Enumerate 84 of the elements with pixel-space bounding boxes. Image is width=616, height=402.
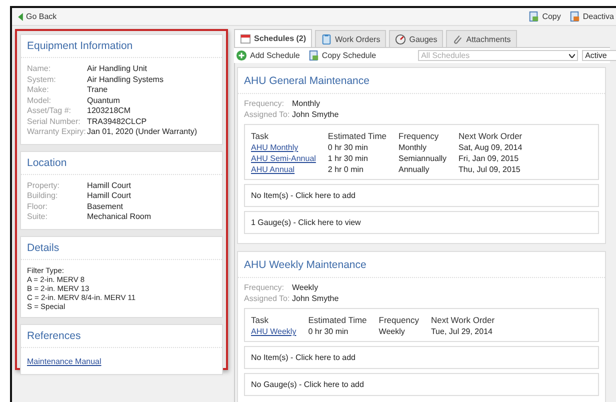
tab[interactable]: Work Orders	[315, 30, 386, 47]
field-value: Air Handling Systems	[87, 74, 164, 85]
field-value: Weekly	[292, 283, 318, 294]
field-label: Property:	[27, 180, 60, 191]
field-label: System:	[27, 74, 57, 85]
table-cell-text: Semiannually	[398, 153, 448, 164]
clipboard-icon	[321, 34, 332, 44]
column-header: Task	[251, 314, 270, 326]
table-cell-text: Fri, Jan 09, 2015	[458, 153, 520, 164]
tab[interactable]: Schedules (2)	[234, 29, 312, 47]
column-header: Next Work Order	[458, 130, 524, 142]
table-cell: Monthly	[398, 142, 459, 153]
section-title: Equipment Information	[21, 35, 222, 58]
section-title: References	[21, 324, 222, 348]
field-label: Building:	[27, 191, 59, 202]
field-value: Hamill Court	[87, 180, 132, 191]
document-icon	[528, 11, 540, 22]
items-row[interactable]: No Item(s) - Click here to add	[244, 184, 599, 207]
task-link[interactable]: AHU Semi-Annual	[251, 154, 316, 163]
table-cell: 0 hr 30 min	[308, 326, 379, 337]
field-label: Floor:	[27, 202, 48, 212]
column-header: Frequency	[378, 314, 420, 326]
field-value: John Smythe	[292, 110, 339, 120]
field-label: Serial Number:	[27, 116, 82, 127]
document-icon	[568, 11, 580, 22]
field-label: Assigned To:	[244, 110, 291, 120]
paperclip-icon	[452, 34, 464, 44]
status-dropdown[interactable]: Active	[582, 50, 616, 61]
column-header: Task	[251, 130, 270, 142]
table-cell: Weekly	[378, 326, 431, 337]
field-label: Frequency:	[244, 283, 286, 294]
task-link[interactable]: AHU Monthly	[251, 143, 298, 152]
tab[interactable]: Attachments	[446, 30, 517, 47]
field-value: Basement	[87, 202, 124, 212]
schedule-title: AHU Weekly Maintenance	[238, 252, 605, 278]
field-label: Make:	[27, 85, 50, 96]
table-cell: 2 hr 0 min	[328, 164, 398, 175]
field-value: Air Handling Unit	[87, 64, 148, 74]
section-title: Location	[21, 152, 222, 174]
field-value: 1203218CM	[87, 106, 131, 116]
reference-link[interactable]: Maintenance Manual	[27, 356, 102, 366]
field-label: Assigned To:	[244, 294, 291, 304]
column-header: Frequency	[398, 130, 440, 142]
table-cell-text: Sat, Aug 09, 2014	[458, 142, 524, 153]
field-label: Name:	[27, 64, 52, 74]
field-label: Asset/Tag #:	[27, 106, 72, 116]
items-row[interactable]: No Item(s) - Click here to add	[244, 346, 599, 369]
gauge-icon	[395, 34, 406, 44]
task-link[interactable]: AHU Weekly	[251, 327, 296, 336]
table-cell: Annually	[398, 164, 459, 175]
field-label: Model:	[27, 96, 52, 106]
field-label: Warranty Expiry:	[27, 127, 87, 138]
gauges-row[interactable]: 1 Gauge(s) - Click here to view	[244, 211, 599, 234]
field-value: Mechanical Room	[87, 212, 152, 222]
field-value: Jan 01, 2020 (Under Warranty)	[87, 127, 197, 138]
column-header: Estimated Time	[308, 313, 379, 326]
field-value: Hamill Court	[87, 191, 132, 202]
task-link[interactable]: AHU Annual	[251, 165, 295, 174]
caret-icon	[569, 54, 576, 58]
table-cell-text: Tue, Jul 29, 2014	[430, 326, 494, 337]
field-label: Suite:	[27, 212, 48, 222]
back-arrow-icon	[18, 12, 23, 20]
field-value: Monthly	[292, 99, 320, 110]
table-cell-text: 0 hr 30 min	[328, 142, 369, 153]
field-label: Frequency:	[244, 99, 286, 110]
field-value: John Smythe	[292, 294, 339, 304]
table-cell-text: Thu, Jul 09, 2015	[458, 164, 522, 175]
gauges-row[interactable]: No Gauge(s) - Click here to add	[244, 373, 599, 396]
go-back-button[interactable]: Go Back	[16, 12, 59, 21]
document-icon	[308, 50, 319, 61]
column-header: Estimated Time	[328, 130, 388, 142]
schedule-title: AHU General Maintenance	[238, 68, 605, 94]
field-value: Trane	[87, 85, 108, 96]
table-cell: 1 hr 30 min	[328, 153, 398, 164]
calendar-icon	[240, 33, 251, 44]
field-value: Quantum	[87, 96, 120, 106]
field-value: TRA39482CLCP	[87, 116, 147, 127]
section-title: Details	[21, 236, 222, 260]
column-header: Next Work Order	[430, 314, 496, 326]
add-schedule-button[interactable]: Add Schedule	[234, 50, 302, 61]
deactivate-button[interactable]: Deactiva	[566, 11, 616, 22]
copy-schedule-button[interactable]: Copy Schedule	[306, 50, 378, 61]
tab[interactable]: Gauges	[389, 30, 444, 47]
copy-button[interactable]: Copy	[526, 11, 563, 22]
